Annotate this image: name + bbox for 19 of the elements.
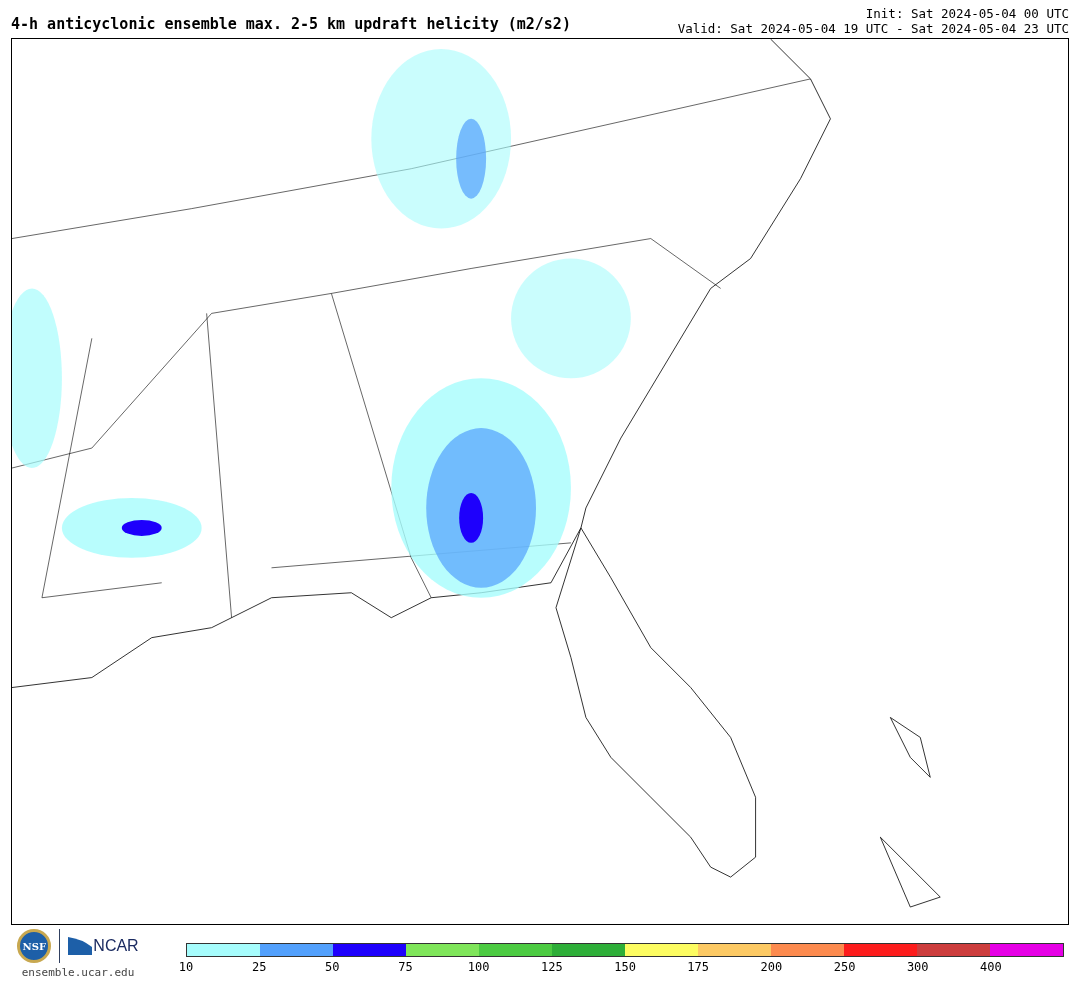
colorbar-tick-label: 175 <box>687 961 710 973</box>
colorbar-tick-label: 100 <box>467 961 490 973</box>
colorbar-tick-label: 200 <box>760 961 783 973</box>
chart-title: 4-h anticyclonic ensemble max. 2-5 km updraft helicity (m2/s2) <box>11 17 571 35</box>
colorbar-tick-label: 25 <box>251 961 267 973</box>
ncar-wordmark: NCAR <box>93 936 139 956</box>
colorbar-tick-label: 400 <box>980 961 1002 973</box>
ncar-swoosh-icon <box>68 937 93 955</box>
init-time: Init: Sat 2024-05-04 00 UTC <box>865 6 1069 21</box>
colorbar-tick-label: 10 <box>178 961 194 973</box>
valid-time: Valid: Sat 2024-05-04 19 UTC - Sat 2024-05-04 23 UTC <box>677 21 1069 36</box>
colorbar-tick-label: 50 <box>325 961 340 973</box>
colorbar-tick-label: 150 <box>614 961 636 973</box>
site-url: ensemble.ucar.edu <box>21 965 135 981</box>
nsf-logo: NSF <box>17 929 52 963</box>
colorbar-tick-label: 125 <box>541 961 563 973</box>
colorbar-tick-label: 75 <box>398 961 413 973</box>
colorbar-tick-label: 250 <box>833 961 856 973</box>
colorbar-tick-label: 300 <box>906 961 929 973</box>
